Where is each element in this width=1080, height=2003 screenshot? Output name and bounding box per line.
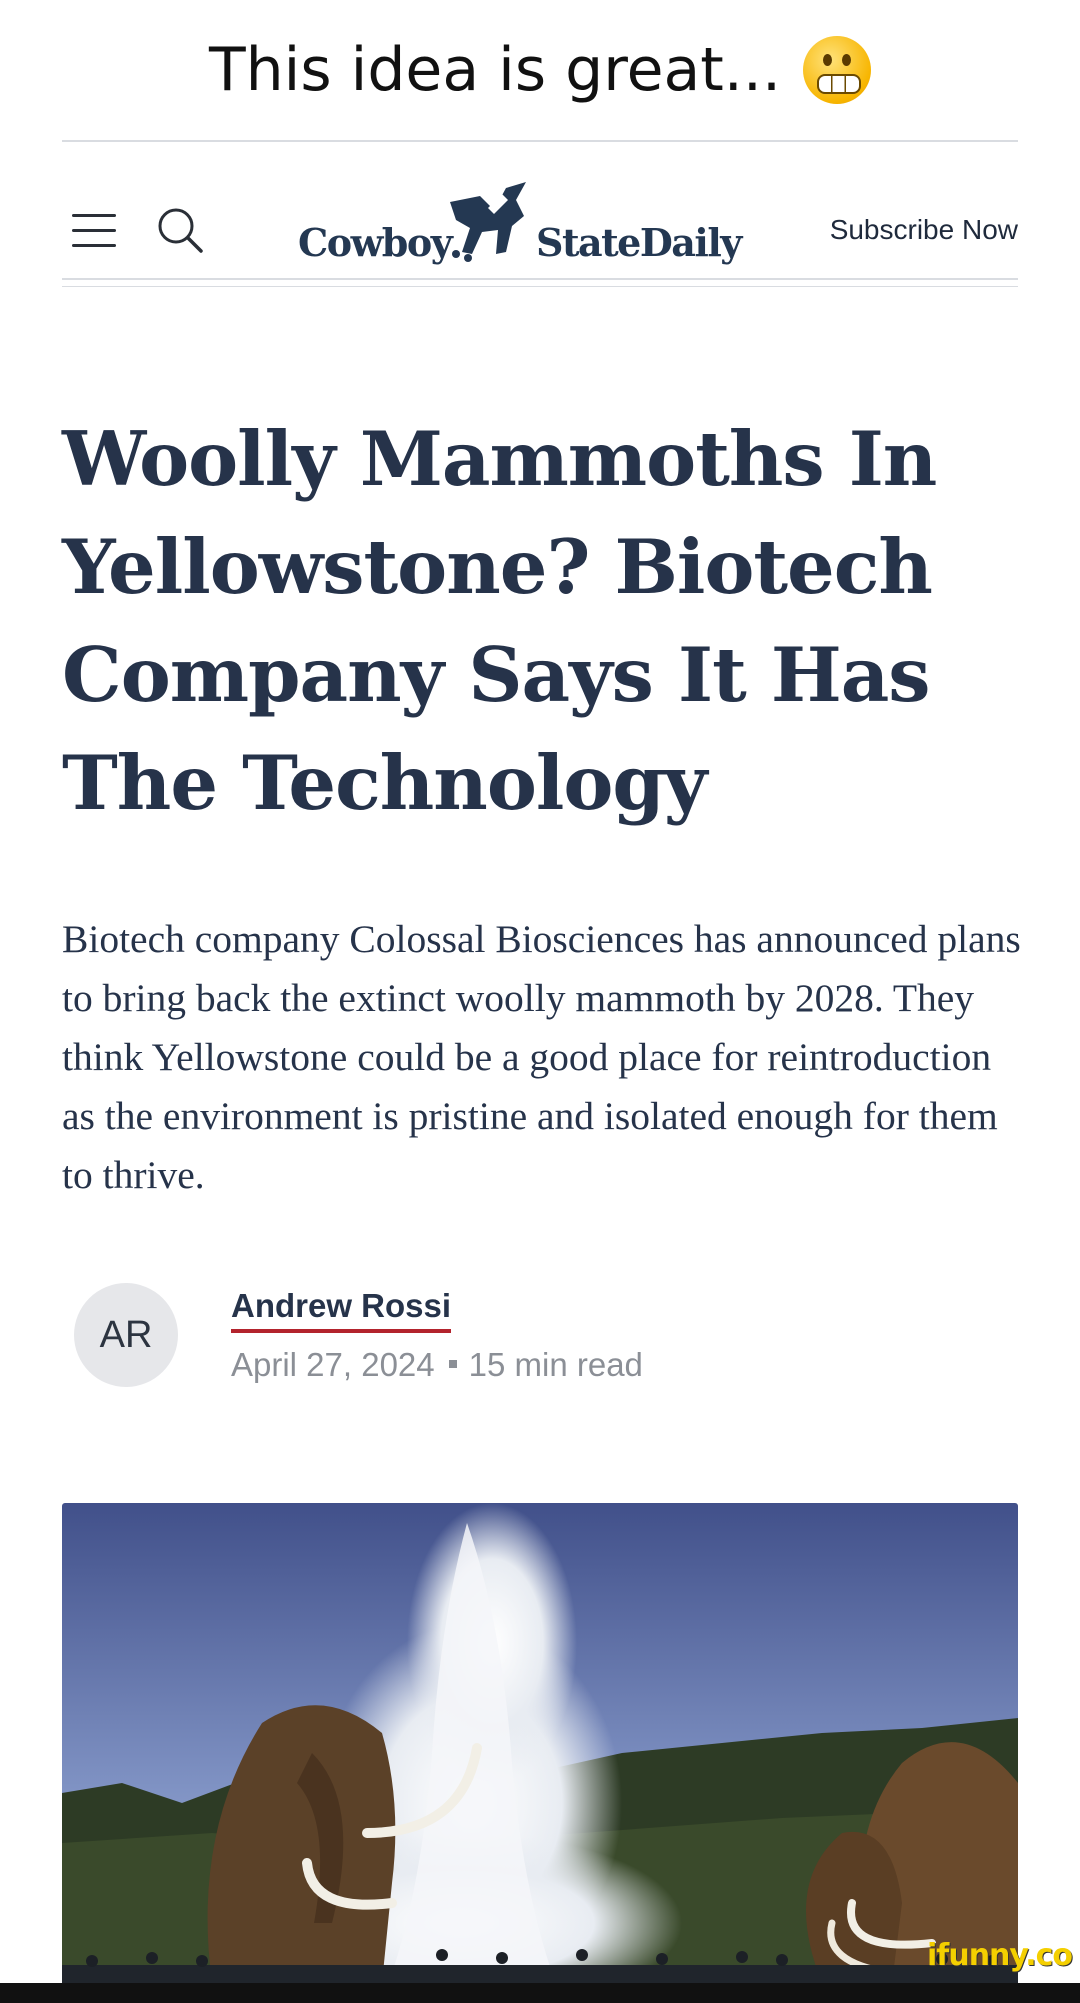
logo-word-cowboy: Cowboy <box>298 220 453 265</box>
read-time: 15 min read <box>468 1346 643 1383</box>
meta-separator <box>448 1360 457 1369</box>
author-name-link[interactable]: Andrew Rossi <box>231 1287 452 1333</box>
header-top-divider <box>62 140 1018 142</box>
hero-image[interactable] <box>62 1503 1018 1983</box>
article-summary: Biotech company Colossal Biosciences has… <box>62 917 1021 1197</box>
bottom-bar <box>0 1983 1080 2003</box>
article-headline: Woolly Mammoths In Yellowstone? Biotech … <box>62 415 937 827</box>
cowboy-state-daily-logo[interactable]: Cowboy StateDaily <box>236 172 742 282</box>
meme-caption: This idea is great... <box>0 0 1080 140</box>
grimacing-face-emoji-icon <box>803 36 872 104</box>
bucking-horse-icon <box>450 182 526 262</box>
mammoths-geyser-illustration <box>62 1503 1018 1983</box>
article-meta: April 27, 2024 15 min read <box>231 1346 643 1384</box>
search-icon[interactable] <box>154 204 206 256</box>
ifunny-watermark: ifunny.co <box>927 1938 1073 1973</box>
publish-date: April 27, 2024 <box>231 1346 435 1383</box>
header-bottom-divider-thin <box>62 286 1018 287</box>
hamburger-menu-icon[interactable] <box>72 212 116 248</box>
header-bottom-divider <box>62 278 1018 280</box>
logo-word-statedaily: StateDaily <box>536 220 742 265</box>
subscribe-now-button[interactable]: Subscribe Now <box>830 214 1018 246</box>
author-avatar[interactable]: AR <box>74 1283 178 1387</box>
caption-text: This idea is great... <box>208 35 782 105</box>
